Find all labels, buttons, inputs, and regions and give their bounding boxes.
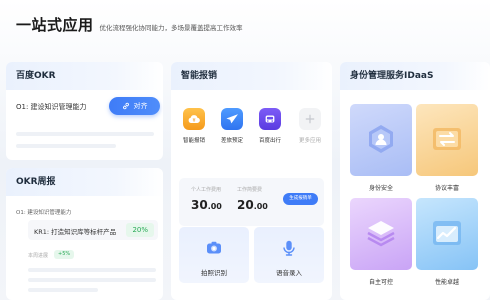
- key-result-row[interactable]: KR1: 打造知识库等标杆产品 20%: [28, 220, 158, 240]
- cloud-icon: ¥: [183, 108, 205, 130]
- tile-label: 自主可控: [368, 279, 393, 286]
- progress-label: 本周进展: [28, 253, 49, 259]
- personal-expense-value: 30.00: [191, 198, 222, 212]
- page-header: 一站式应用 优化流程强化协同能力，多场景覆盖提高工作效率: [16, 14, 243, 38]
- placeholder-line: [16, 132, 154, 136]
- tile-label: 协议丰富: [434, 185, 459, 192]
- chart-window-icon: [433, 221, 461, 245]
- svg-text:¥: ¥: [192, 118, 195, 124]
- page-title: 一站式应用: [16, 16, 94, 34]
- okr-weekly-card[interactable]: OKR周报 O1: 建设知识管理能力 KR1: 打造知识库等标杆产品 20% 本…: [6, 168, 163, 300]
- department-expense-label: 工作简要费: [237, 187, 263, 193]
- key-result-label: KR1: 打造知识库等标杆产品: [34, 228, 117, 236]
- okr-card[interactable]: 百度OKR O1: 建设知识管理能力 对齐: [6, 62, 163, 160]
- page-subtitle: 优化流程强化协同能力，多场景覆盖提高工作效率: [99, 24, 243, 32]
- stack-icon: [367, 221, 395, 247]
- tile-label: 身份安全: [368, 185, 393, 192]
- personal-expense-label: 个人工作费用: [191, 187, 222, 193]
- key-result-percent: 20%: [126, 223, 154, 237]
- placeholder-line: [16, 144, 116, 148]
- idaas-card-title: 身份管理服务IDaaS: [340, 62, 490, 90]
- tile-excellent-performance[interactable]: [416, 198, 478, 270]
- app-label: 百度出行: [258, 138, 281, 144]
- microphone-icon: [283, 240, 295, 256]
- expense-card[interactable]: 智能报销 ¥ 智能报销 差旅预定 百度出行 更多应用 个人工作费用 30.00 …: [171, 62, 332, 300]
- tile-identity-security[interactable]: [350, 104, 412, 176]
- expense-card-title: 智能报销: [171, 62, 332, 90]
- placeholder-line: [28, 278, 156, 282]
- voice-input-button[interactable]: 语音录入: [254, 227, 324, 283]
- tool-label: 拍照识别: [201, 269, 227, 277]
- app-label: 智能报销: [182, 138, 205, 144]
- weekly-objective: O1: 建设知识管理能力: [16, 210, 72, 216]
- tile-autonomous-control[interactable]: [350, 198, 412, 270]
- okr-weekly-title: OKR周报: [6, 168, 163, 196]
- car-icon: [259, 108, 281, 130]
- department-expense-value: 20.00: [237, 198, 268, 212]
- tile-rich-protocols[interactable]: [416, 104, 478, 176]
- app-smart-expense[interactable]: ¥ 智能报销: [177, 108, 211, 144]
- tile-label: 性能卓越: [434, 279, 459, 286]
- generate-expense-button[interactable]: 生成报销单: [283, 193, 318, 205]
- okr-card-title: 百度OKR: [6, 62, 163, 90]
- shield-user-icon: [369, 125, 393, 153]
- app-label: 更多应用: [298, 138, 321, 144]
- link-icon: [122, 102, 129, 110]
- photo-recognition-button[interactable]: 拍照识别: [179, 227, 249, 283]
- align-button-label: 对齐: [133, 102, 148, 110]
- okr-objective: O1: 建设知识管理能力: [16, 103, 87, 111]
- app-more[interactable]: 更多应用: [293, 108, 327, 144]
- app-label: 差旅预定: [220, 138, 243, 144]
- placeholder-line: [28, 288, 98, 292]
- exchange-icon: [433, 128, 461, 150]
- placeholder-line: [28, 268, 156, 272]
- app-travel-booking[interactable]: 差旅预定: [215, 108, 249, 144]
- expense-stats-panel: 个人工作费用 30.00 工作简要费 20.00 生成报销单: [179, 178, 324, 226]
- progress-delta-badge: +5%: [54, 250, 75, 259]
- airplane-icon: [221, 108, 243, 130]
- align-button[interactable]: 对齐: [109, 97, 160, 115]
- plus-icon: [299, 108, 321, 130]
- camera-icon: [207, 241, 221, 254]
- app-baidu-travel[interactable]: 百度出行: [253, 108, 287, 144]
- idaas-card[interactable]: 身份管理服务IDaaS 身份安全 协议丰富 自主可控 性能卓越: [340, 62, 490, 300]
- tool-label: 语音录入: [276, 269, 302, 277]
